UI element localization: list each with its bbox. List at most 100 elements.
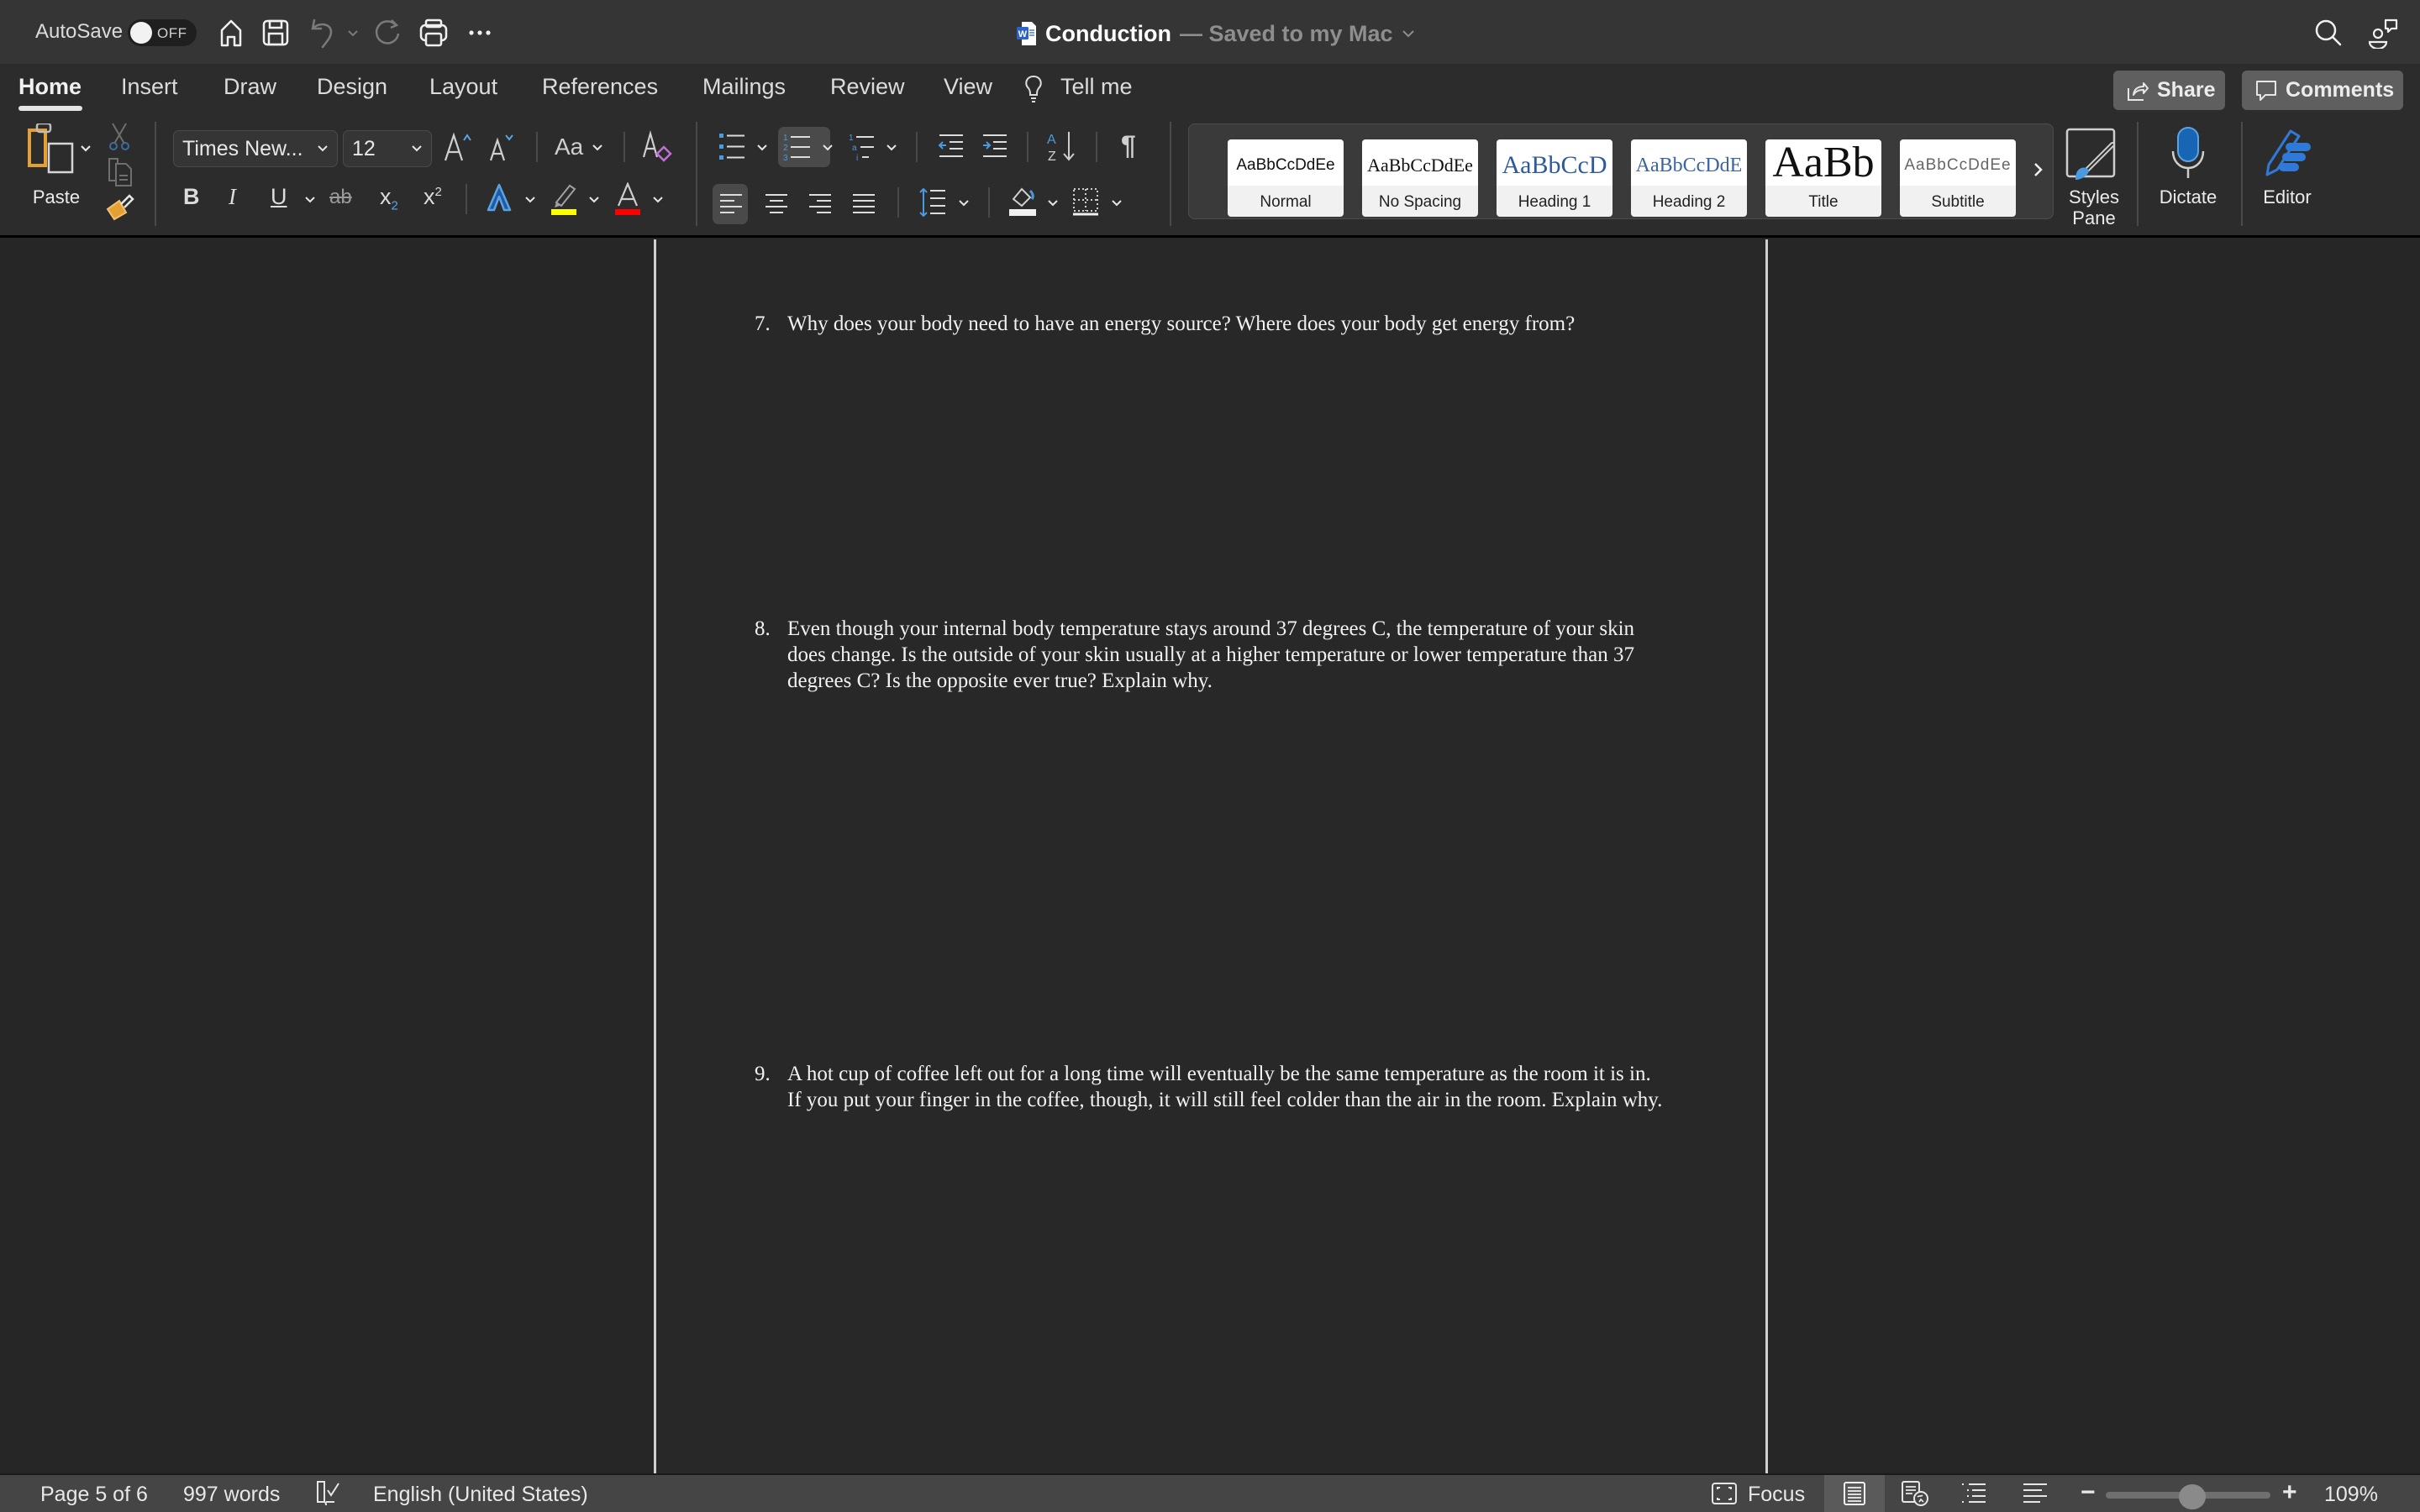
comments-button[interactable]: Comments [2242, 71, 2403, 110]
tab-design[interactable]: Design [317, 74, 387, 100]
style-title[interactable]: AaBb Title [1765, 139, 1881, 217]
home-icon[interactable] [215, 17, 247, 49]
microphone-icon[interactable] [2170, 126, 2207, 180]
line-spacing-icon[interactable] [919, 187, 946, 218]
line-spacing-chevron[interactable] [958, 199, 970, 207]
style-normal[interactable]: AaBbCcDdEe Normal [1228, 139, 1344, 217]
align-left-icon[interactable] [719, 192, 743, 216]
search-icon[interactable] [2312, 17, 2344, 49]
editor-label[interactable]: Editor [2252, 186, 2323, 207]
justify-icon[interactable] [852, 192, 876, 216]
tab-layout[interactable]: Layout [429, 74, 497, 100]
copy-icon[interactable] [108, 157, 133, 187]
zoom-in-button[interactable]: + [2282, 1478, 2297, 1507]
highlight-chevron[interactable] [588, 196, 600, 204]
text-effects-chevron[interactable] [524, 196, 536, 204]
underline-options-chevron[interactable] [304, 196, 316, 204]
tab-view[interactable]: View [944, 74, 992, 100]
shading-chevron[interactable] [1047, 199, 1059, 207]
share-button[interactable]: Share [2113, 71, 2225, 110]
numbering-chevron[interactable] [822, 144, 834, 152]
bullets-icon[interactable] [719, 132, 746, 162]
font-color-icon[interactable] [613, 182, 642, 216]
question-text-line: A hot cup of coffee left out for a long … [787, 1063, 1651, 1085]
paste-options-chevron[interactable] [79, 144, 92, 154]
align-center-icon[interactable] [765, 192, 788, 216]
font-name-dropdown[interactable]: Times New... [173, 130, 338, 167]
decrease-indent-icon[interactable] [938, 134, 965, 159]
strikethrough-button[interactable]: ab [329, 186, 352, 209]
tab-review[interactable]: Review [830, 74, 905, 100]
text-effects-icon[interactable] [486, 182, 513, 213]
tab-insert[interactable]: Insert [121, 74, 178, 100]
style-subtitle[interactable]: AaBbCcDdEe Subtitle [1900, 139, 2016, 217]
style-no-spacing[interactable]: AaBbCcDdEe No Spacing [1362, 139, 1478, 217]
paste-icon[interactable] [27, 123, 74, 174]
redo-icon[interactable] [371, 17, 403, 49]
undo-icon[interactable] [308, 17, 339, 49]
bold-button[interactable]: B [183, 184, 200, 210]
paste-label[interactable]: Paste [25, 186, 87, 207]
document-page[interactable]: 7. Why does your body need to have an en… [654, 239, 1768, 1473]
dictate-label[interactable]: Dictate [2148, 186, 2228, 207]
styles-pane-icon[interactable] [2065, 128, 2118, 181]
change-case-chevron[interactable] [592, 144, 603, 152]
clear-formatting-icon[interactable] [642, 129, 674, 164]
tab-draw[interactable]: Draw [224, 74, 276, 100]
tab-home[interactable]: Home [18, 74, 82, 100]
save-icon[interactable] [260, 17, 292, 49]
grow-font-icon[interactable] [444, 130, 474, 164]
show-formatting-marks-button[interactable]: ¶ [1121, 130, 1136, 161]
increase-indent-icon[interactable] [981, 134, 1008, 159]
undo-dropdown-icon[interactable] [345, 17, 361, 49]
sort-icon[interactable]: AZ [1047, 130, 1077, 164]
proofing-icon[interactable] [316, 1480, 341, 1507]
tab-references[interactable]: References [542, 74, 658, 100]
language-indicator[interactable]: English (United States) [373, 1483, 588, 1507]
bullets-chevron[interactable] [756, 144, 768, 152]
font-color-chevron[interactable] [652, 196, 664, 204]
italic-button[interactable]: I [229, 184, 236, 210]
change-case-button[interactable]: Aa [555, 134, 583, 160]
svg-text:A: A [1047, 133, 1056, 147]
print-icon[interactable] [418, 17, 450, 49]
tab-mailings[interactable]: Mailings [702, 74, 786, 100]
shrink-font-icon[interactable] [487, 130, 518, 164]
multilevel-chevron[interactable] [886, 144, 897, 152]
cut-icon[interactable] [108, 122, 131, 152]
page-indicator[interactable]: Page 5 of 6 [40, 1483, 148, 1507]
format-painter-icon[interactable] [106, 194, 134, 221]
more-icon[interactable] [464, 17, 496, 49]
superscript-button[interactable]: x2 [424, 184, 442, 210]
draft-view-button[interactable] [2005, 1475, 2065, 1512]
zoom-out-button[interactable]: − [2081, 1478, 2096, 1507]
collaborate-icon[interactable] [2368, 17, 2400, 49]
style-heading-2[interactable]: AaBbCcDdE Heading 2 [1631, 139, 1747, 217]
web-layout-view-button[interactable] [1885, 1475, 1945, 1512]
zoom-level[interactable]: 109% [2324, 1483, 2378, 1507]
numbering-icon[interactable]: 123 [783, 132, 812, 162]
subscript-button[interactable]: x2 [380, 184, 398, 213]
style-heading-1[interactable]: AaBbCcD Heading 1 [1497, 139, 1612, 217]
zoom-slider-thumb[interactable] [2179, 1484, 2207, 1509]
document-title[interactable]: W Conduction — Saved to my Mac [1017, 17, 1415, 50]
borders-icon[interactable] [1072, 187, 1099, 216]
document-area[interactable]: 7. Why does your body need to have an en… [0, 239, 2420, 1473]
editor-icon[interactable] [2260, 126, 2314, 178]
font-size-dropdown[interactable]: 12 [343, 130, 432, 167]
multilevel-list-icon[interactable]: 1ai [849, 132, 876, 162]
gallery-next-chevron[interactable] [2033, 161, 2044, 178]
outline-view-button[interactable] [1944, 1475, 2004, 1512]
styles-pane-label[interactable]: Styles Pane [2050, 186, 2138, 228]
highlight-icon[interactable] [550, 182, 578, 216]
borders-chevron[interactable] [1111, 199, 1123, 207]
shading-icon[interactable] [1008, 184, 1037, 218]
align-right-icon[interactable] [808, 192, 832, 216]
autosave-toggle[interactable]: OFF [128, 19, 197, 46]
print-layout-view-button[interactable] [1824, 1475, 1885, 1512]
focus-label[interactable]: Focus [1748, 1483, 1805, 1507]
underline-button[interactable]: U [271, 184, 287, 210]
tell-me-search[interactable]: Tell me [1060, 74, 1133, 100]
word-count[interactable]: 997 words [183, 1483, 280, 1507]
focus-icon[interactable] [1711, 1481, 1738, 1506]
